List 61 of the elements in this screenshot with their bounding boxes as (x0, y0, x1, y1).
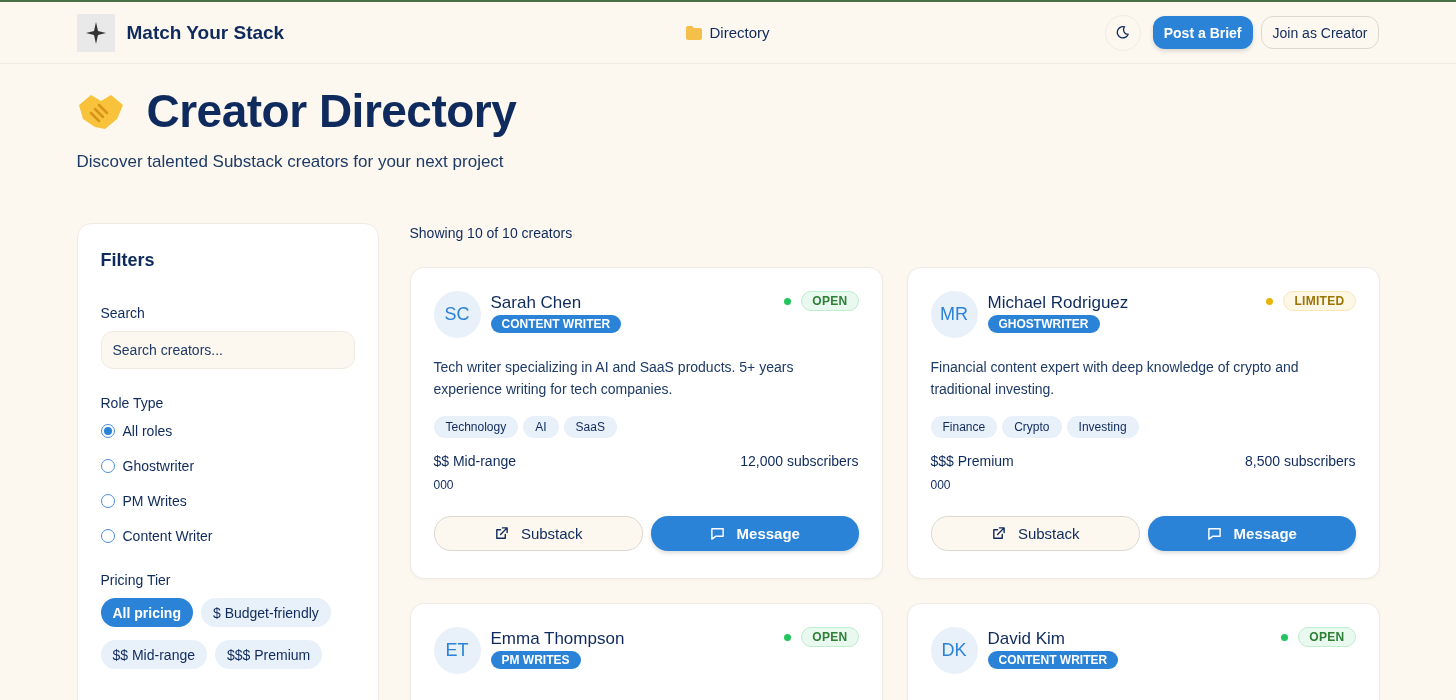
creator-name: David Kim (987, 629, 1065, 649)
extra-text: 000 (433, 478, 455, 492)
status-badge: OPEN (801, 291, 859, 311)
avatar: MR (930, 291, 978, 338)
header-button[interactable]: Join as Creator (1260, 16, 1380, 49)
filter-label: Role Type (100, 395, 165, 411)
page-subtitle: Discover talented Substack creators for your next project (76, 152, 505, 172)
search-field[interactable]: Search creators... (100, 331, 355, 369)
substack-button[interactable]: Substack (433, 516, 643, 551)
brand-name[interactable]: Match Your Stack (126, 21, 285, 44)
creator-name: Michael Rodriguez (987, 293, 1129, 313)
topic-tag: Finance (930, 416, 998, 438)
pricing-chip[interactable]: $$ Mid-range (100, 640, 207, 669)
header-button[interactable]: Post a Brief (1152, 16, 1253, 49)
subscriber-count: 8,500 subscribers (1245, 453, 1356, 469)
role-radio[interactable]: Ghostwriter (100, 456, 355, 476)
nav-link[interactable]: Directory (686, 24, 770, 41)
message-button[interactable]: Message (1148, 516, 1356, 551)
filters-title: Filters (100, 250, 156, 271)
topic-tag: Crypto (1002, 416, 1062, 438)
role-badge: CONTENT WRITER (490, 315, 622, 333)
avatar: SC (433, 291, 481, 338)
folder-icon (686, 25, 703, 40)
filter-label: Search (100, 305, 146, 321)
pricing-chip[interactable]: $ Budget-friendly (200, 598, 331, 627)
topic-tag: Technology (433, 416, 519, 438)
results-count: Showing 10 of 10 creators (409, 225, 574, 241)
creator-bio: Tech writer specializing in AI and SaaS products. 5+ years experience writing for tech companies. (433, 358, 795, 399)
status-badge: LIMITED (1283, 291, 1356, 311)
moon-icon (1115, 25, 1131, 40)
creator-name: Sarah Chen (490, 293, 582, 313)
topic-tag: SaaS (563, 416, 617, 438)
price-label: $$ Mid-range (433, 453, 516, 469)
status-badge: OPEN (1298, 627, 1356, 647)
status-badge: OPEN (801, 627, 859, 647)
creator-name: Emma Thompson (490, 629, 625, 649)
role-radio[interactable]: PM Writes (100, 491, 355, 511)
message-button[interactable]: Message (651, 516, 859, 551)
external-link-icon (990, 526, 1006, 541)
pricing-chip[interactable]: $$$ Premium (215, 640, 323, 669)
topic-tag: AI (523, 416, 559, 438)
creator-bio: Financial content expert with deep knowledge of crypto and traditional investing. (930, 358, 1300, 399)
topic-tag: Investing (1066, 416, 1139, 438)
page-title: Creator Directory (146, 84, 517, 138)
role-badge: CONTENT WRITER (987, 651, 1119, 669)
avatar: ET (433, 627, 481, 674)
role-radio[interactable]: All roles (100, 421, 355, 441)
avatar: DK (930, 627, 978, 674)
chat-bubble-icon (709, 526, 725, 541)
pricing-chip[interactable]: All pricing (100, 598, 193, 627)
chat-bubble-icon (1206, 526, 1222, 541)
external-link-icon (493, 526, 509, 541)
subscriber-count: 12,000 subscribers (740, 453, 859, 469)
role-badge: PM WRITES (490, 651, 581, 669)
filter-label: Pricing Tier (100, 572, 172, 588)
price-label: $$$ Premium (930, 453, 1014, 469)
substack-button[interactable]: Substack (930, 516, 1140, 551)
role-badge: GHOSTWRITER (987, 315, 1100, 333)
logo-icon[interactable] (76, 13, 115, 52)
extra-text: 000 (930, 478, 952, 492)
role-radio[interactable]: Content Writer (100, 526, 355, 546)
